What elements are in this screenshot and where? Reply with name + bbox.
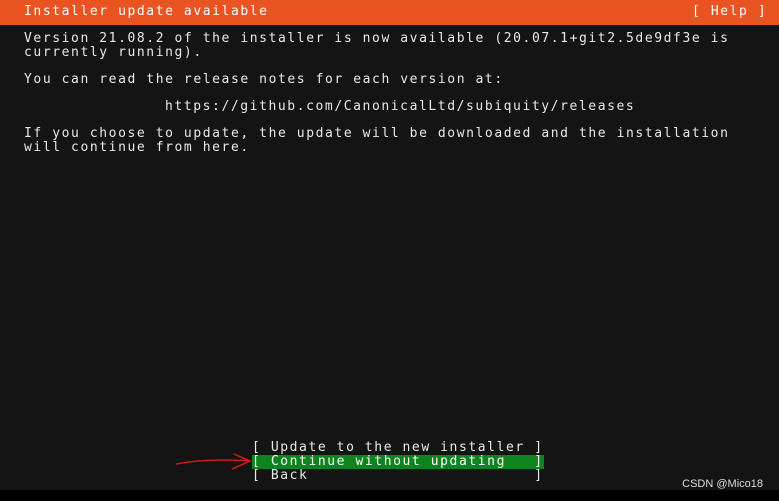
update-info-text: If you choose to update, the update will…: [24, 126, 730, 141]
version-text-cont: currently running).: [24, 45, 203, 60]
release-notes-link[interactable]: https://github.com/CanonicalLtd/subiquit…: [165, 100, 635, 114]
title-bar: Installer update available [ Help ]: [0, 0, 779, 25]
release-notes-text: You can read the release notes for each …: [24, 72, 504, 87]
help-button[interactable]: [ Help ]: [692, 5, 767, 19]
update-installer-button[interactable]: [ Update to the new installer ]: [252, 441, 544, 455]
page-title: Installer update available: [24, 4, 269, 19]
watermark: CSDN @Mico18: [682, 478, 763, 490]
update-info-text-cont: will continue from here.: [24, 140, 250, 155]
continue-without-updating-button[interactable]: [ Continue without updating ]: [252, 455, 544, 469]
terminal-screen: Installer update available [ Help ] Vers…: [0, 0, 779, 490]
version-text: Version 21.08.2 of the installer is now …: [24, 31, 730, 46]
bottom-border: [0, 490, 779, 501]
red-arrow-annotation: [175, 453, 252, 470]
back-button[interactable]: [ Back ]: [252, 469, 544, 483]
